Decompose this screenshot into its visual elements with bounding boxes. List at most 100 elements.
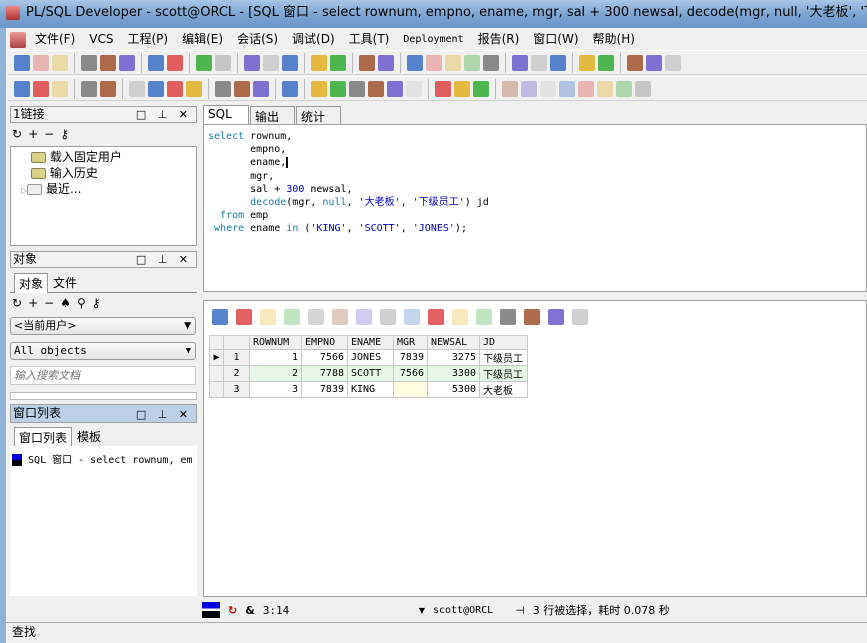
menu-window[interactable]: 窗口(W)	[526, 30, 585, 49]
find-label[interactable]: 查找	[12, 625, 36, 639]
step-over-icon[interactable]	[445, 54, 461, 71]
step-icon[interactable]	[426, 54, 442, 71]
explain3-icon[interactable]	[550, 54, 566, 71]
panel-controls[interactable]: □ ⊥ ✕	[136, 252, 192, 267]
cell-newsal[interactable]: 3275	[427, 349, 480, 366]
cell-jd[interactable]: 下级员工	[479, 349, 528, 366]
save-icon[interactable]	[81, 54, 97, 71]
obj5-icon[interactable]	[578, 80, 594, 97]
sort-asc-icon[interactable]	[476, 309, 492, 325]
windows-icon[interactable]	[579, 54, 595, 71]
post-icon[interactable]	[308, 309, 324, 325]
column-header-newsal[interactable]: NEWSAL	[427, 335, 480, 350]
menu-project[interactable]: 工程(P)	[121, 30, 176, 49]
cell-jd[interactable]: 大老板	[479, 381, 528, 398]
clear-icon[interactable]	[404, 309, 420, 325]
undo-icon[interactable]	[196, 54, 212, 71]
break-icon[interactable]	[464, 54, 480, 71]
remove-icon[interactable]: −	[44, 296, 60, 310]
key-icon[interactable]: ⚷	[60, 127, 75, 141]
sql-icon[interactable]	[148, 80, 164, 97]
pen-icon[interactable]	[52, 80, 68, 97]
remove-icon[interactable]: −	[44, 127, 60, 141]
save-as-icon[interactable]	[100, 54, 116, 71]
bookmark-icon[interactable]	[311, 80, 327, 97]
menu-session[interactable]: 会话(S)	[230, 30, 285, 49]
fetch-last-icon[interactable]	[356, 309, 372, 325]
obj3-icon[interactable]	[540, 80, 556, 97]
db-icon[interactable]	[548, 309, 564, 325]
column-header-rownum[interactable]: ROWNUM	[249, 335, 302, 350]
menu-debug[interactable]: 调试(D)	[285, 30, 342, 49]
report-icon[interactable]	[234, 80, 250, 97]
rollback-icon[interactable]	[186, 80, 202, 97]
list-item[interactable]: SQL 窗口 - select rownum, em	[10, 446, 197, 466]
row-number[interactable]: 2	[223, 365, 250, 382]
explain-icon[interactable]	[512, 54, 528, 71]
tree-item[interactable]: 输入历史	[31, 165, 196, 181]
redo-icon[interactable]	[215, 54, 231, 71]
lock-icon[interactable]	[236, 309, 252, 325]
menu-vcs[interactable]: VCS	[82, 30, 120, 49]
open-icon[interactable]	[33, 54, 49, 71]
paste-icon[interactable]	[282, 54, 298, 71]
obj2-icon[interactable]	[521, 80, 537, 97]
chart-icon[interactable]	[572, 309, 588, 325]
eraser-icon[interactable]	[330, 80, 346, 97]
chevron-down-icon[interactable]: ▼	[419, 606, 425, 615]
print-icon[interactable]	[148, 54, 164, 71]
explain2-icon[interactable]	[531, 54, 547, 71]
column-header-jd[interactable]: JD	[479, 335, 528, 350]
menu-edit[interactable]: 编辑(E)	[175, 30, 230, 49]
table-row[interactable]: ▶ 1 1 7566 JONES 7839 3275 下级员工	[209, 349, 528, 366]
menu-reports[interactable]: 报告(R)	[471, 30, 527, 49]
find-icon[interactable]	[380, 309, 396, 325]
arrow-right-red-icon[interactable]	[454, 80, 470, 97]
fetch-next-icon[interactable]	[332, 309, 348, 325]
delete-row-icon[interactable]	[284, 309, 300, 325]
keys-icon[interactable]	[215, 80, 231, 97]
obj7-icon[interactable]	[616, 80, 632, 97]
row-number[interactable]: 3	[223, 381, 250, 398]
user-combo[interactable]: <当前用户> ▼	[10, 317, 196, 335]
commit-icon[interactable]	[129, 80, 145, 97]
book-red-icon[interactable]	[349, 80, 365, 97]
tile-icon[interactable]	[598, 54, 614, 71]
cell-ename[interactable]: KING	[347, 381, 394, 398]
column-header-empno[interactable]: EMPNO	[301, 335, 348, 350]
print-setup-icon[interactable]	[167, 54, 183, 71]
grid-layout-icon[interactable]	[212, 309, 228, 325]
export-icon[interactable]	[428, 309, 444, 325]
oracle-icon[interactable]	[627, 54, 643, 71]
row-number[interactable]: 1	[223, 349, 250, 366]
menu-file[interactable]: 文件(F)	[28, 30, 82, 49]
arrow-right-blue-icon[interactable]	[435, 80, 451, 97]
cell-ename[interactable]: JONES	[347, 349, 394, 366]
sort-desc-icon[interactable]	[452, 309, 468, 325]
obj1-icon[interactable]	[502, 80, 518, 97]
clear-icon[interactable]	[483, 54, 499, 71]
add-icon[interactable]: +	[28, 127, 44, 141]
refresh-icon[interactable]: ↻	[228, 604, 237, 617]
book-edit-icon[interactable]	[387, 80, 403, 97]
cell-empno[interactable]: 7788	[301, 365, 348, 382]
tree-item[interactable]: ▷ 最近...	[21, 181, 196, 199]
find-next-icon[interactable]	[330, 54, 346, 71]
unindent-icon[interactable]	[378, 54, 394, 71]
tab-sql[interactable]: SQL	[203, 105, 249, 125]
object-search-input[interactable]	[10, 366, 196, 385]
db2-icon[interactable]	[100, 80, 116, 97]
cell-newsal[interactable]: 5300	[427, 381, 480, 398]
info-icon[interactable]	[665, 54, 681, 71]
table-row[interactable]: 2 2 7788 SCOTT 7566 3300 下级员工	[209, 365, 528, 382]
menu-deployment[interactable]: Deployment	[396, 30, 470, 49]
tab-statistics[interactable]: 统计表	[296, 106, 341, 141]
sql-editor[interactable]: select rownum, empno, ename, mgr, sal + …	[203, 124, 867, 292]
refresh-icon[interactable]: ↻	[12, 127, 28, 141]
app-menu-icon[interactable]	[10, 31, 26, 48]
cell-rownum[interactable]: 3	[249, 381, 302, 398]
tab-files[interactable]: 文件	[49, 273, 82, 292]
toolbox-icon[interactable]	[473, 80, 489, 97]
wrench-icon[interactable]	[282, 80, 298, 97]
add-row-icon[interactable]	[260, 309, 276, 325]
